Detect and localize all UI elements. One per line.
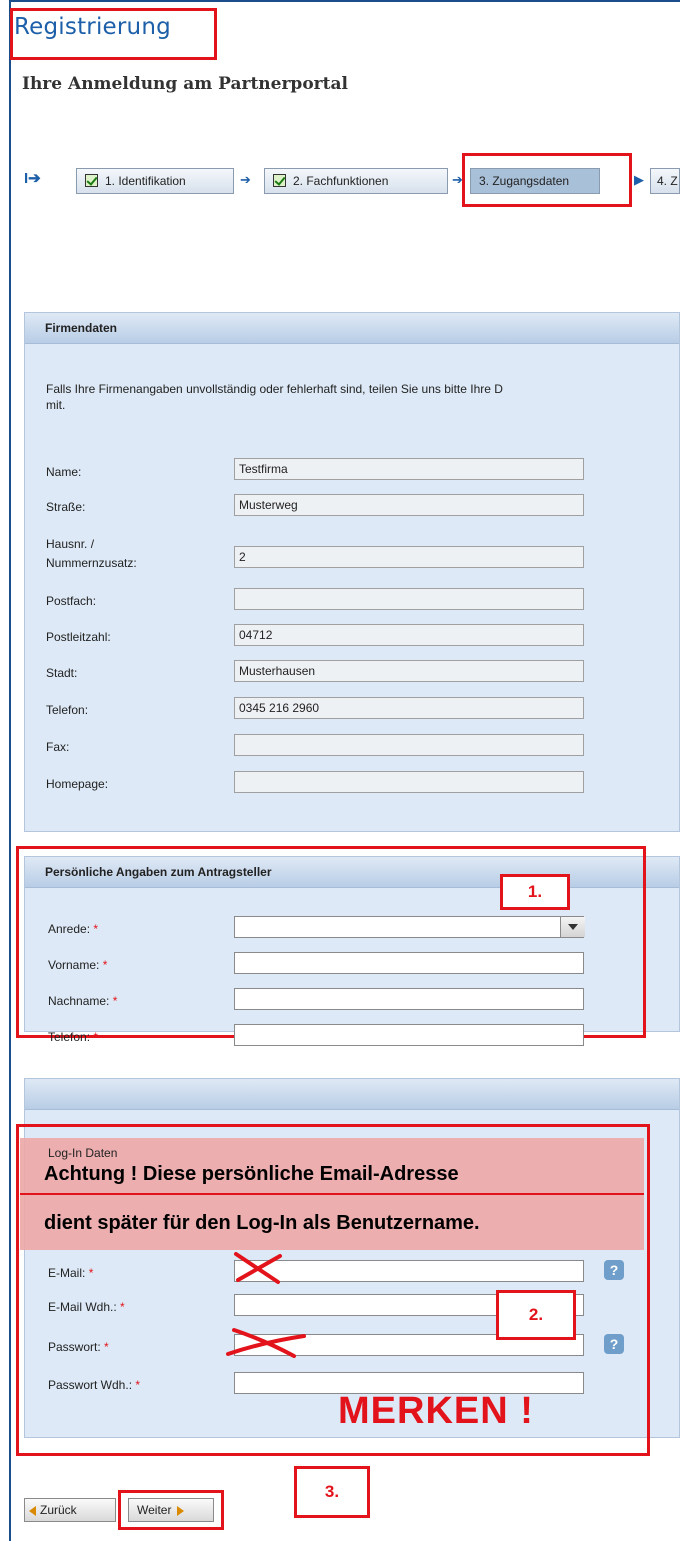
fax-field[interactable] (234, 734, 584, 756)
nachname-field[interactable] (234, 988, 584, 1010)
label-strasse: Straße: (46, 500, 86, 514)
firmendaten-info-cont: mit. (46, 398, 66, 412)
step-4[interactable]: 4. Z (650, 168, 680, 194)
telefon-field[interactable] (234, 1024, 584, 1046)
label-fax: Fax: (46, 740, 70, 754)
label-telefon-firma: Telefon: (46, 703, 89, 717)
cross-out-mark-email (234, 1252, 282, 1284)
help-icon[interactable]: ? (604, 1334, 624, 1354)
vorname-field[interactable] (234, 952, 584, 974)
chevron-down-icon[interactable] (560, 917, 585, 937)
steps-start-arrow-icon: I➔ (24, 170, 41, 187)
login-heading-bar (25, 1079, 679, 1110)
postleitzahl-field[interactable]: 04712 (234, 624, 584, 646)
merken-note: MERKEN ! (338, 1390, 534, 1432)
label-nachname: Nachname: * (48, 994, 118, 1008)
label-postleitzahl: Postleitzahl: (46, 630, 111, 644)
step-zugangsdaten[interactable]: 3. Zugangsdaten (470, 168, 600, 194)
next-button[interactable]: Weiter (128, 1498, 214, 1522)
window-frame-top (9, 0, 680, 2)
label-nummernzusatz: Nummernzusatz: (46, 556, 137, 570)
page-subtitle: Ihre Anmeldung am Partnerportal (22, 74, 348, 94)
arrow-right-icon: ▶ (634, 172, 644, 187)
postfach-field[interactable] (234, 588, 584, 610)
annotation-3: 3. (294, 1466, 370, 1518)
telefon-firma-field[interactable]: 0345 216 2960 (234, 697, 584, 719)
cross-stroke (226, 1334, 306, 1356)
annotation-2: 2. (496, 1290, 576, 1340)
firmendaten-info: Falls Ihre Firmenangaben unvollständig o… (46, 382, 503, 396)
arrow-left-icon (29, 1505, 36, 1516)
strasse-field[interactable]: Musterweg (234, 494, 584, 516)
step-label: 1. Identifikation (105, 174, 186, 188)
label-stadt: Stadt: (46, 666, 78, 680)
anrede-select[interactable] (234, 916, 584, 938)
label-homepage: Homepage: (46, 777, 109, 791)
step-fachfunktionen[interactable]: 2. Fachfunktionen (264, 168, 448, 194)
label-telefon: Telefon: * (48, 1030, 99, 1044)
label-passwort: Passwort: * (48, 1340, 109, 1354)
stadt-field[interactable]: Musterhausen (234, 660, 584, 682)
step-label: 2. Fachfunktionen (293, 174, 389, 188)
page-title: Registrierung (14, 14, 171, 40)
label-name: Name: (46, 465, 82, 479)
label-hausnr: Hausnr. / (46, 537, 95, 551)
checkbox-checked-icon (85, 174, 98, 187)
firmendaten-heading: Firmendaten (25, 313, 679, 344)
label-vorname: Vorname: * (48, 958, 108, 972)
back-button[interactable]: Zurück (24, 1498, 116, 1522)
annotation-1: 1. (500, 874, 570, 910)
step-identifikation[interactable]: 1. Identifikation (76, 168, 234, 194)
step-label: 4. Z (657, 174, 678, 188)
cross-out-mark-password (226, 1328, 306, 1358)
label-email: E-Mail: * (48, 1266, 94, 1280)
label-email-wdh: E-Mail Wdh.: * (48, 1300, 125, 1314)
name-field[interactable]: Testfirma (234, 458, 584, 480)
checkbox-checked-icon (273, 174, 286, 187)
homepage-field[interactable] (234, 771, 584, 793)
label-postfach: Postfach: (46, 594, 97, 608)
label-anrede: Anrede: * (48, 922, 99, 936)
window-frame-left (9, 0, 11, 1541)
label-passwort-wdh: Passwort Wdh.: * (48, 1378, 141, 1392)
help-icon[interactable]: ? (604, 1260, 624, 1280)
step-label: 3. Zugangsdaten (479, 174, 570, 188)
arrow-right-icon (177, 1505, 185, 1516)
arrow-right-icon: ➔ (240, 172, 251, 187)
hausnr-field[interactable]: 2 (234, 546, 584, 568)
